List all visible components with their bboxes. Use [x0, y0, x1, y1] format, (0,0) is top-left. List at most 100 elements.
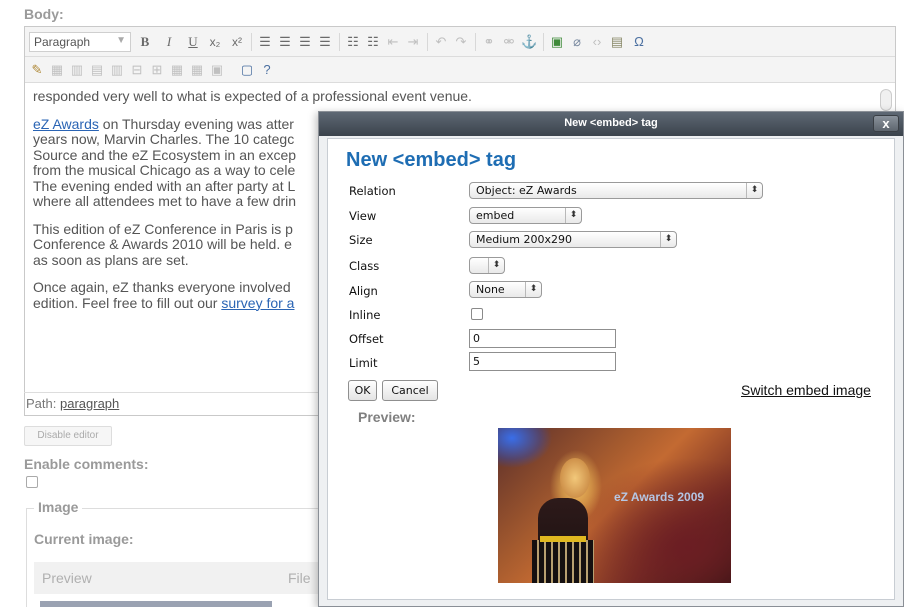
editor-toolbar-primary: Paragraph ▼ B I U x₂ x² ☰ ☰ ☰ ☰ ☷ ☷ ⇤ ⇥ … — [25, 27, 895, 57]
split-cell-icon[interactable]: ▦ — [189, 62, 205, 78]
align-justify-icon[interactable]: ☰ — [317, 34, 333, 50]
toolbar-divider — [251, 33, 252, 51]
fullscreen-icon[interactable]: ▢ — [239, 62, 255, 78]
class-label: Class — [349, 259, 380, 273]
help-icon[interactable]: ? — [259, 62, 275, 78]
toolbar-divider — [339, 33, 340, 51]
select-stepper-icon: ⬍ — [660, 232, 676, 247]
editor-text-run: This edition of eZ Conference in Paris i… — [33, 221, 293, 237]
delete-row-icon[interactable]: ⊟ — [129, 62, 145, 78]
editor-text-run: on Thursday evening was atter — [98, 116, 294, 132]
unlink-icon[interactable]: ⚮ — [501, 34, 517, 50]
editor-text-run: professional event venue. — [312, 89, 472, 104]
relation-label: Relation — [349, 184, 396, 198]
table-properties-icon[interactable]: ▣ — [209, 62, 225, 78]
column-header-file: File — [288, 570, 311, 586]
embed-preview-image: eZ Awards 2009 — [498, 428, 731, 583]
view-value: embed — [476, 209, 515, 222]
redo-icon[interactable]: ↷ — [453, 34, 469, 50]
table-row-icon[interactable]: ▤ — [89, 62, 105, 78]
link-icon[interactable]: ⚭ — [481, 34, 497, 50]
merge-cells-icon[interactable]: ▦ — [169, 62, 185, 78]
path-link-paragraph[interactable]: paragraph — [60, 396, 119, 411]
limit-label: Limit — [349, 356, 378, 370]
special-character-button[interactable]: Ω — [631, 34, 647, 50]
size-select[interactable]: Medium 200x290 ⬍ — [469, 231, 677, 248]
editor-text-run: Source and the eZ Ecosystem in an excep — [33, 146, 297, 163]
inline-checkbox[interactable] — [471, 308, 483, 320]
select-stepper-icon: ⬍ — [488, 258, 504, 273]
view-label: View — [349, 209, 377, 223]
editor-text-run: as soon as plans are set. — [33, 251, 189, 268]
superscript-button[interactable]: x² — [229, 34, 245, 50]
close-button[interactable]: x — [873, 115, 899, 132]
select-stepper-icon: ⬍ — [746, 183, 762, 198]
delete-column-icon[interactable]: ⊞ — [149, 62, 165, 78]
relation-select[interactable]: Object: eZ Awards ⬍ — [469, 182, 763, 199]
editor-link[interactable]: eZ Awards — [33, 117, 99, 132]
align-value: None — [476, 283, 505, 296]
close-icon: x — [882, 116, 890, 131]
edit-icon[interactable]: ✎ — [29, 62, 45, 78]
align-right-icon[interactable]: ☰ — [297, 34, 313, 50]
embed-code-icon[interactable]: ‹› — [589, 34, 605, 50]
editor-text-run: Once again, eZ thanks everyone involved — [33, 280, 291, 295]
toolbar-divider — [475, 33, 476, 51]
dialog-body: New <embed> tag Relation Object: eZ Awar… — [327, 138, 895, 600]
table-column-icon[interactable]: ▥ — [109, 62, 125, 78]
numbered-list-icon[interactable]: ☷ — [365, 34, 381, 50]
editor-text-run: from the musical Chicago as a way to cel… — [33, 162, 296, 178]
chevron-down-icon: ▼ — [116, 35, 126, 46]
select-stepper-icon: ⬍ — [565, 208, 581, 223]
toolbar-divider — [543, 33, 544, 51]
class-select[interactable]: ⬍ — [469, 257, 505, 274]
editor-paragraph: responded very well to what is expected … — [33, 89, 863, 105]
preview-figure-belt — [540, 536, 586, 542]
image-legend: Image — [34, 499, 83, 515]
scrollbar-thumb[interactable] — [880, 89, 892, 111]
preview-figure-dress — [532, 540, 594, 583]
offset-label: Offset — [349, 332, 384, 346]
enable-comments-checkbox[interactable] — [26, 476, 38, 488]
table-cell-icon[interactable]: ▥ — [69, 62, 85, 78]
align-select[interactable]: None ⬍ — [469, 281, 542, 298]
editor-text-run: years now, Marvin Charles. The 10 categc — [33, 131, 295, 147]
ok-button[interactable]: OK — [348, 380, 377, 401]
insert-table-icon[interactable]: ▦ — [49, 62, 65, 78]
undo-icon[interactable]: ↶ — [433, 34, 449, 50]
editor-text-run: responded very well to what is expected … — [33, 89, 313, 104]
path-label: Path: — [26, 396, 57, 411]
document-icon[interactable]: ▤ — [609, 34, 625, 50]
bold-button[interactable]: B — [137, 34, 153, 50]
cancel-button[interactable]: Cancel — [382, 380, 438, 401]
attachment-icon[interactable]: ⌀ — [569, 34, 585, 50]
current-image-thumbnail — [40, 601, 272, 607]
view-select[interactable]: embed ⬍ — [469, 207, 582, 224]
paragraph-format-select[interactable]: Paragraph ▼ — [29, 32, 131, 52]
dialog-titlebar[interactable]: New <embed> tag x — [319, 112, 903, 136]
limit-input[interactable]: 5 — [469, 352, 616, 371]
dialog-title: New <embed> tag — [564, 117, 658, 129]
size-value: Medium 200x290 — [476, 233, 572, 246]
editor-text-run: edition. Feel free to fill out our — [33, 294, 222, 311]
align-label: Align — [349, 284, 378, 298]
editor-toolbar-table: ✎ ▦ ▥ ▤ ▥ ⊟ ⊞ ▦ ▦ ▣ ▢ ? — [25, 57, 895, 83]
select-stepper-icon: ⬍ — [525, 282, 541, 297]
insert-image-icon[interactable]: ▣ — [549, 34, 565, 50]
relation-value: Object: eZ Awards — [476, 184, 577, 197]
switch-embed-image-link[interactable]: Switch embed image — [741, 382, 871, 398]
offset-input[interactable]: 0 — [469, 329, 616, 348]
italic-button[interactable]: I — [161, 34, 177, 50]
disable-editor-button[interactable]: Disable editor — [24, 426, 112, 446]
editor-link[interactable]: survey for a — [221, 295, 294, 311]
indent-icon[interactable]: ⇥ — [405, 34, 421, 50]
outdent-icon[interactable]: ⇤ — [385, 34, 401, 50]
toolbar-divider — [427, 33, 428, 51]
align-center-icon[interactable]: ☰ — [277, 34, 293, 50]
anchor-icon[interactable]: ⚓ — [521, 34, 537, 50]
underline-button[interactable]: U — [185, 34, 201, 50]
subscript-button[interactable]: x₂ — [207, 34, 223, 50]
align-left-icon[interactable]: ☰ — [257, 34, 273, 50]
image-table-header: Preview File — [34, 562, 324, 594]
bullet-list-icon[interactable]: ☷ — [345, 34, 361, 50]
